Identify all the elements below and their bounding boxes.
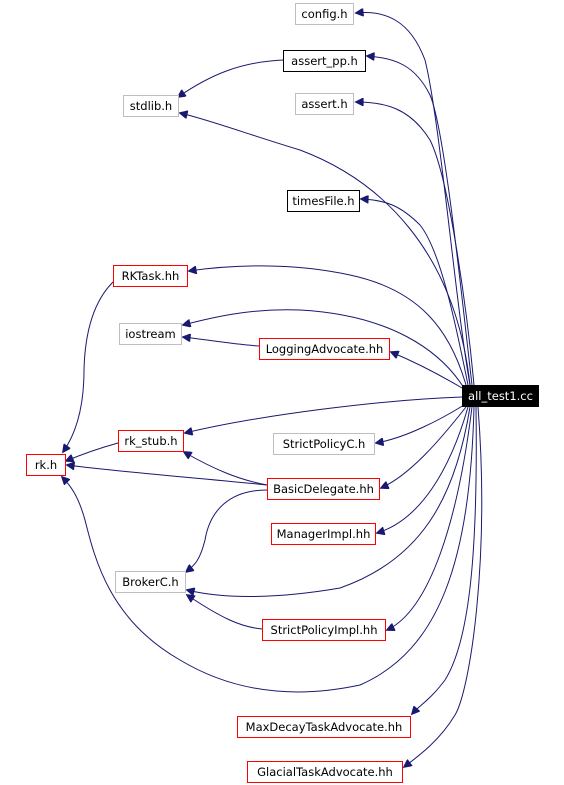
node-label: StrictPolicyImpl.hh	[270, 623, 378, 637]
node-label: GlacialTaskAdvocate.hh	[257, 765, 393, 779]
node-basicdelegate-hh[interactable]: BasicDelegate.hh	[267, 478, 380, 500]
edge-root-to-rk_stub	[185, 396, 463, 433]
edge-root-to-assert_pp	[367, 56, 473, 386]
node-label: assert.h	[301, 97, 348, 111]
node-label: ManagerImpl.hh	[276, 527, 371, 541]
node-stdlib-h[interactable]: stdlib.h	[123, 95, 179, 117]
node-label: config.h	[301, 7, 348, 21]
node-label: MaxDecayTaskAdvocate.hh	[245, 720, 403, 734]
edge-root-to-config	[356, 13, 471, 386]
node-label: RKTask.hh	[121, 269, 180, 283]
node-label: all_test1.cc	[468, 389, 533, 403]
edge-root-to-strictpolicyimpl	[387, 406, 473, 630]
node-strictpolicyc-h[interactable]: StrictPolicyC.h	[273, 433, 375, 455]
node-label: assert_pp.h	[291, 54, 358, 68]
edge-root-to-strictpolicyc	[376, 404, 465, 443]
edge-strictpolicyimpl-to-brokerc	[187, 595, 263, 630]
node-rktask-hh[interactable]: RKTask.hh	[113, 265, 188, 287]
node-rk-stub-h[interactable]: rk_stub.h	[118, 430, 184, 452]
node-loggingadvocate-hh[interactable]: LoggingAdvocate.hh	[259, 338, 390, 360]
node-rk-h[interactable]: rk.h	[26, 454, 66, 476]
node-managerimpl-hh[interactable]: ManagerImpl.hh	[271, 523, 376, 545]
edge-root-to-loggingadvocate	[391, 352, 463, 389]
node-label: LoggingAdvocate.hh	[265, 342, 384, 356]
edge-basicdelegate-to-rk_stub	[184, 452, 268, 486]
edge-assert_pp-to-stdlib	[178, 59, 284, 97]
node-glacialtaskadvocate-hh[interactable]: GlacialTaskAdvocate.hh	[247, 761, 403, 783]
node-label: rk_stub.h	[124, 434, 178, 448]
edge-loggingadvocate-to-iostream	[183, 337, 260, 347]
node-label: iostream	[125, 327, 176, 341]
edge-root-to-basicdelegate	[381, 406, 467, 488]
include-graph: all_test1.cc config.h assert_pp.h assert…	[0, 0, 564, 785]
node-assert-h[interactable]: assert.h	[295, 93, 354, 115]
node-maxdecaytaskadvocate-hh[interactable]: MaxDecayTaskAdvocate.hh	[237, 716, 411, 738]
node-label: rk.h	[34, 458, 58, 472]
node-label: StrictPolicyC.h	[282, 437, 366, 451]
edge-rk_stub-to-rk	[66, 442, 119, 461]
node-brokerc-h[interactable]: BrokerC.h	[115, 571, 186, 593]
edge-rktask-to-rk	[63, 281, 114, 452]
edge-basicdelegate-to-brokerc	[186, 489, 268, 572]
node-iostream[interactable]: iostream	[119, 323, 182, 345]
edge-basicdelegate-to-rk	[67, 465, 268, 486]
edge-root-to-maxdecay	[412, 406, 477, 714]
node-config-h[interactable]: config.h	[295, 3, 354, 25]
node-label: stdlib.h	[129, 99, 173, 113]
node-timesfile-h[interactable]: timesFile.h	[287, 190, 360, 212]
node-all-test1-cc[interactable]: all_test1.cc	[462, 385, 539, 407]
node-label: BasicDelegate.hh	[273, 482, 374, 496]
node-label: timesFile.h	[292, 194, 355, 208]
node-label: BrokerC.h	[122, 575, 179, 589]
node-assert-pp-h[interactable]: assert_pp.h	[283, 50, 366, 72]
node-strictpolicyimpl-hh[interactable]: StrictPolicyImpl.hh	[262, 619, 386, 641]
